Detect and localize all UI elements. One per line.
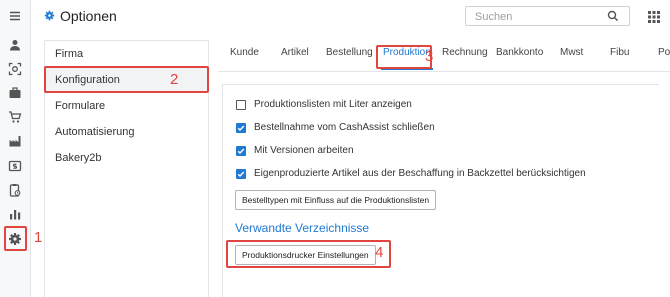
checkbox-unchecked[interactable] bbox=[236, 99, 246, 110]
checkbox-checked[interactable] bbox=[236, 168, 246, 179]
order-types-button[interactable]: Bestelltypen mit Einfluss auf die Produk… bbox=[235, 190, 437, 210]
cart-icon[interactable] bbox=[5, 107, 25, 127]
option-label: Eigenproduzierte Artikel aus der Beschaf… bbox=[254, 168, 586, 179]
tab-kunde[interactable]: Kunde bbox=[230, 47, 259, 58]
related-directories-heading: Verwandte Verzeichnisse bbox=[235, 221, 370, 235]
search-input[interactable] bbox=[466, 8, 596, 26]
annotation-number-3: 3 bbox=[425, 48, 434, 65]
tab-rechnung[interactable]: Rechnung bbox=[442, 47, 488, 58]
annotation-number-1: 1 bbox=[34, 229, 43, 246]
nav-item-bakery2b[interactable]: Bakery2b bbox=[45, 145, 208, 171]
tab-artikel[interactable]: Artikel bbox=[281, 47, 309, 58]
tab-bankkonto[interactable]: Bankkonto bbox=[496, 47, 543, 58]
settings-gear-icon bbox=[44, 10, 55, 21]
nav-item-automatisierung[interactable]: Automatisierung bbox=[45, 119, 208, 145]
page-title: Optionen bbox=[60, 8, 117, 24]
tab-po[interactable]: Po bbox=[658, 47, 670, 58]
option-eigenproduzierte-artikel[interactable]: Eigenproduzierte Artikel aus der Beschaf… bbox=[236, 168, 586, 179]
annotation-box-1 bbox=[4, 226, 27, 251]
tab-fibu[interactable]: Fibu bbox=[610, 47, 629, 58]
option-label: Mit Versionen arbeiten bbox=[254, 145, 354, 156]
annotation-box-4 bbox=[226, 240, 391, 268]
briefcase-icon[interactable] bbox=[5, 83, 25, 103]
annotation-number-2: 2 bbox=[170, 71, 179, 88]
tab-mwst[interactable]: Mwst bbox=[560, 47, 583, 58]
bar-chart-icon[interactable] bbox=[5, 204, 25, 224]
tab-bar: Kunde Artikel Bestellung Produktion Rech… bbox=[218, 34, 670, 72]
apps-grid-icon[interactable] bbox=[648, 11, 660, 23]
clipboard-clock-icon[interactable] bbox=[5, 180, 25, 200]
search-box[interactable] bbox=[465, 6, 630, 26]
checkbox-checked[interactable] bbox=[236, 122, 246, 133]
check-icon bbox=[237, 148, 245, 154]
annotation-number-4: 4 bbox=[375, 244, 384, 261]
nav-item-formulare[interactable]: Formulare bbox=[45, 93, 208, 119]
icon-rail bbox=[0, 0, 31, 297]
option-versionen[interactable]: Mit Versionen arbeiten bbox=[236, 145, 354, 156]
nav-item-firma[interactable]: Firma bbox=[45, 41, 208, 67]
user-icon[interactable] bbox=[5, 35, 25, 55]
check-icon bbox=[237, 125, 245, 131]
option-liter-anzeigen[interactable]: Produktionslisten mit Liter anzeigen bbox=[236, 99, 412, 110]
option-cashassist-schliessen[interactable]: Bestellnahme vom CashAssist schließen bbox=[236, 122, 435, 133]
annotation-box-3 bbox=[376, 45, 432, 69]
search-icon[interactable] bbox=[607, 10, 619, 22]
check-icon bbox=[237, 171, 245, 177]
cash-icon[interactable] bbox=[5, 156, 25, 176]
option-label: Produktionslisten mit Liter anzeigen bbox=[254, 99, 412, 110]
annotation-box-2 bbox=[44, 66, 209, 93]
scan-icon[interactable] bbox=[5, 59, 25, 79]
tab-bestellung[interactable]: Bestellung bbox=[326, 47, 373, 58]
checkbox-checked[interactable] bbox=[236, 145, 246, 156]
factory-icon[interactable] bbox=[5, 131, 25, 151]
menu-icon[interactable] bbox=[5, 6, 25, 26]
option-label: Bestellnahme vom CashAssist schließen bbox=[254, 122, 435, 133]
